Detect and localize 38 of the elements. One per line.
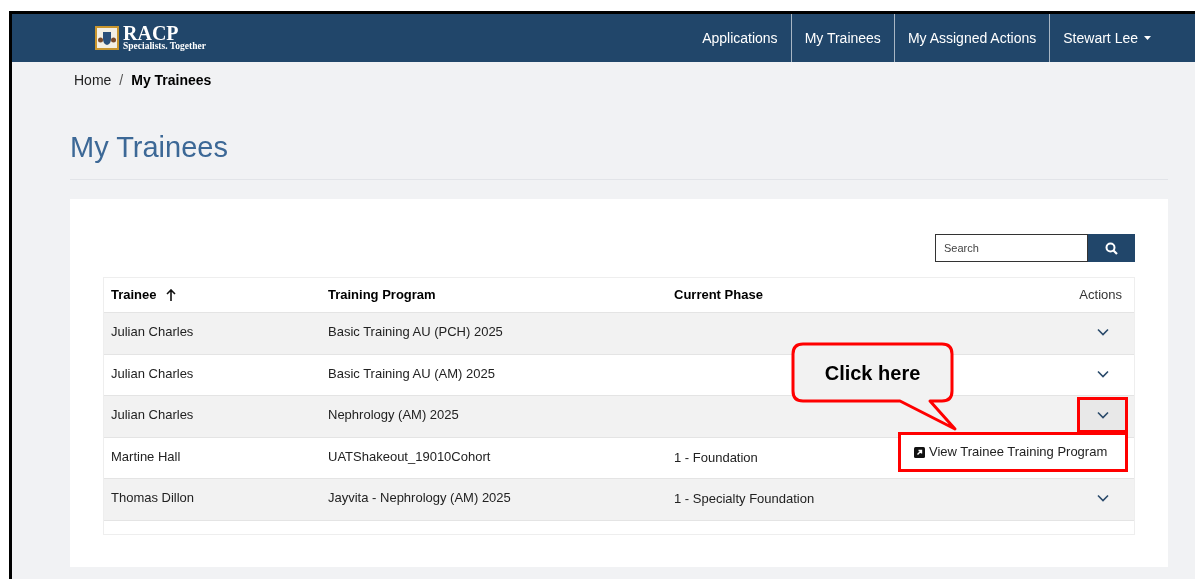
- callout-text: Click here: [824, 360, 921, 386]
- crest-logo-icon: [95, 26, 119, 50]
- page-title: My Trainees: [70, 130, 229, 165]
- breadcrumb-link[interactable]: Home: [74, 70, 112, 91]
- column-header: Actions: [1079, 286, 1122, 305]
- column-header: Training Program: [328, 286, 436, 305]
- external-link-icon: [914, 446, 925, 458]
- table-cell: Julian Charles: [111, 365, 194, 381]
- table-cell: Thomas Dillon: [111, 490, 195, 506]
- table-cell: Nephrology (AM) 2025: [328, 407, 459, 423]
- nav-link[interactable]: My Assigned Actions: [894, 27, 1050, 49]
- actions-dropdown-button[interactable]: [1077, 397, 1128, 434]
- table-cell: 1 - Foundation: [674, 449, 758, 465]
- nav-link[interactable]: Applications: [689, 27, 791, 49]
- breadcrumb-separator: /: [119, 71, 124, 90]
- nav-link[interactable]: My Trainees: [791, 27, 894, 49]
- search-field[interactable]: Search: [935, 234, 1088, 262]
- chevron-down-icon: [1096, 369, 1109, 378]
- chevron-down-icon: [1096, 494, 1109, 503]
- chevron-down-icon: [1096, 328, 1109, 336]
- search-button[interactable]: [1088, 234, 1135, 262]
- table-cell: Jayvita - Nephrology (AM) 2025: [328, 490, 511, 506]
- column-header: Current Phase: [674, 286, 763, 305]
- table-cell: Julian Charles: [111, 407, 194, 423]
- logo-name: RACP: [123, 24, 179, 43]
- search-icon: [1105, 241, 1118, 255]
- table-cell: Martine Hall: [111, 448, 181, 464]
- breadcrumb-link[interactable]: My Trainees: [131, 70, 212, 91]
- chevron-down-icon: [1096, 411, 1109, 420]
- table-cell: UATShakeout_19010Cohort: [328, 448, 491, 464]
- table-cell: Basic Training AU (AM) 2025: [328, 365, 495, 381]
- table-cell: Julian Charles: [111, 324, 194, 339]
- column-header[interactable]: Trainee: [111, 285, 176, 305]
- table-cell: Basic Training AU (PCH) 2025: [328, 324, 503, 339]
- logo-tagline: Specialists. Together: [123, 42, 206, 52]
- menu-item[interactable]: View Trainee Training Program: [914, 442, 1108, 462]
- nav-link[interactable]: Stewart Lee: [1050, 27, 1164, 49]
- table-cell: 1 - Specialty Foundation: [674, 491, 815, 507]
